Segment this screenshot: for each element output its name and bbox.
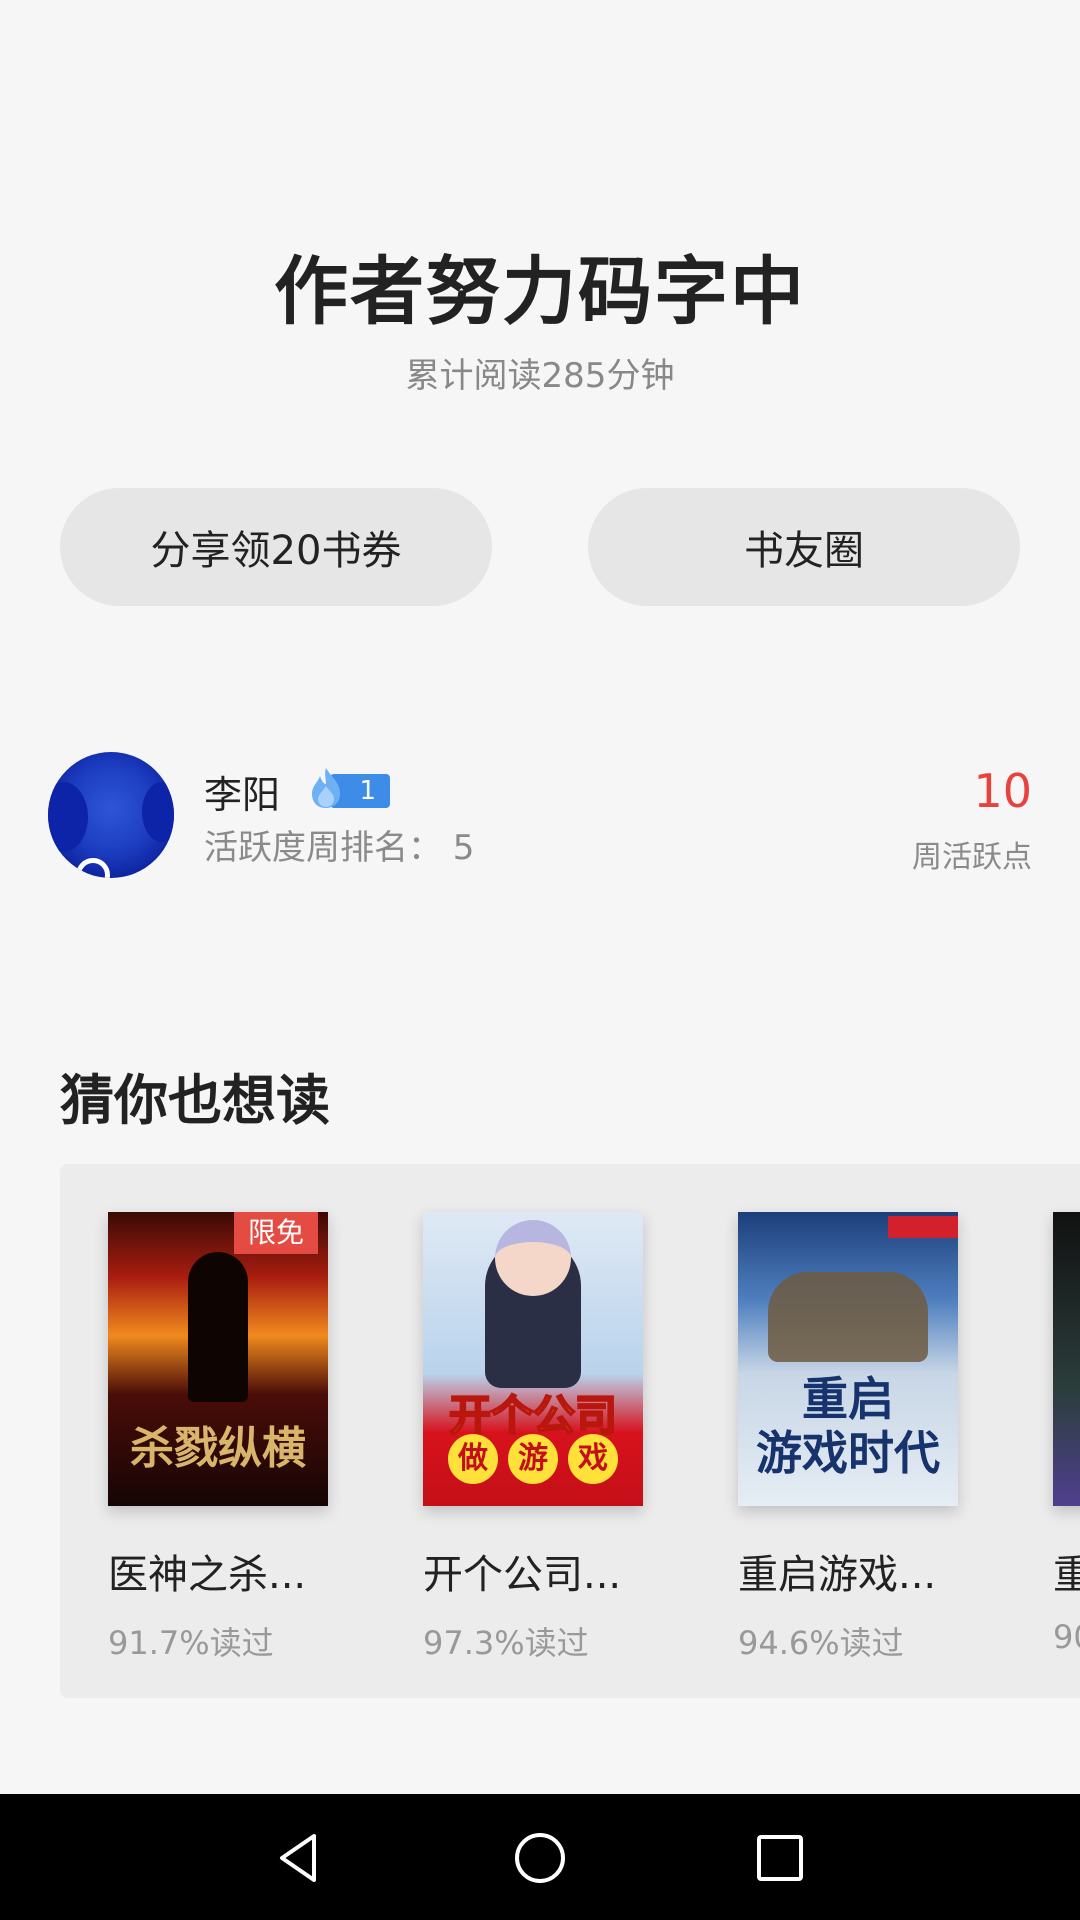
book-card[interactable]: 开个公司 做 游 戏 开个公司... 97.3%读过 [423, 1212, 643, 1664]
book-card[interactable]: 杀戮纵横 限免 医神之杀... 91.7%读过 [108, 1212, 328, 1664]
share-coupon-button[interactable]: 分享领20书券 [60, 488, 492, 606]
book-title: 重 [1053, 1552, 1080, 1598]
cover-sub-char: 戏 [568, 1434, 618, 1484]
cover-text: 重启 [802, 1372, 894, 1426]
cover-text: 游戏时代 [756, 1426, 940, 1480]
back-icon[interactable] [270, 1828, 330, 1888]
page-title: 作者努力码字中 [274, 249, 806, 335]
system-navigation-bar [0, 1794, 1080, 1920]
fire-level-badge: 1 [306, 768, 390, 808]
book-read-rate: 94.6%读过 [738, 1624, 904, 1662]
book-cover[interactable]: 开个公司 做 游 戏 [423, 1212, 643, 1506]
screen: 作者努力码字中 累计阅读285分钟 分享领20书券 书友圈 李阳 1 活跃度周排… [0, 0, 1080, 1920]
flame-icon [312, 768, 340, 808]
book-title: 开个公司... [423, 1552, 622, 1598]
weekly-points: 10 [973, 764, 1032, 818]
book-circle-button[interactable]: 书友圈 [588, 488, 1020, 606]
book-card[interactable]: 重启 游戏时代 重启游戏... 94.6%读过 [738, 1212, 958, 1664]
free-badge: 限免 [234, 1212, 318, 1254]
recommendations-carousel[interactable]: 杀戮纵横 限免 医神之杀... 91.7%读过 开个公司 做 游 戏 开个公司.… [60, 1164, 1080, 1698]
weekly-points-label: 周活跃点 [912, 840, 1032, 875]
book-title: 医神之杀... [108, 1552, 307, 1598]
cover-sub-char: 做 [448, 1434, 498, 1484]
home-icon[interactable] [510, 1828, 570, 1888]
reading-stats: 累计阅读285分钟 [405, 356, 675, 396]
book-title: 重启游戏... [738, 1552, 937, 1598]
book-read-rate: 91.7%读过 [108, 1624, 274, 1662]
book-cover[interactable]: 重启 游戏时代 [738, 1212, 958, 1506]
book-cover[interactable]: 杀戮纵横 限免 [108, 1212, 328, 1506]
book-cover[interactable] [1053, 1212, 1080, 1506]
book-read-rate: 90 [1053, 1618, 1080, 1656]
avatar[interactable] [48, 752, 174, 878]
book-card[interactable]: 重 90 [1053, 1212, 1080, 1656]
book-read-rate: 97.3%读过 [423, 1624, 589, 1662]
book-circle-label: 书友圈 [744, 528, 864, 574]
recommendations-title: 猜你也想读 [60, 1068, 330, 1132]
user-name[interactable]: 李阳 [204, 764, 280, 819]
share-coupon-label: 分享领20书券 [150, 528, 402, 574]
recent-apps-icon[interactable] [750, 1828, 810, 1888]
cover-sub-char: 游 [508, 1434, 558, 1484]
weekly-rank: 活跃度周排名： 5 [204, 828, 475, 868]
cover-text: 杀戮纵横 [130, 1423, 306, 1474]
